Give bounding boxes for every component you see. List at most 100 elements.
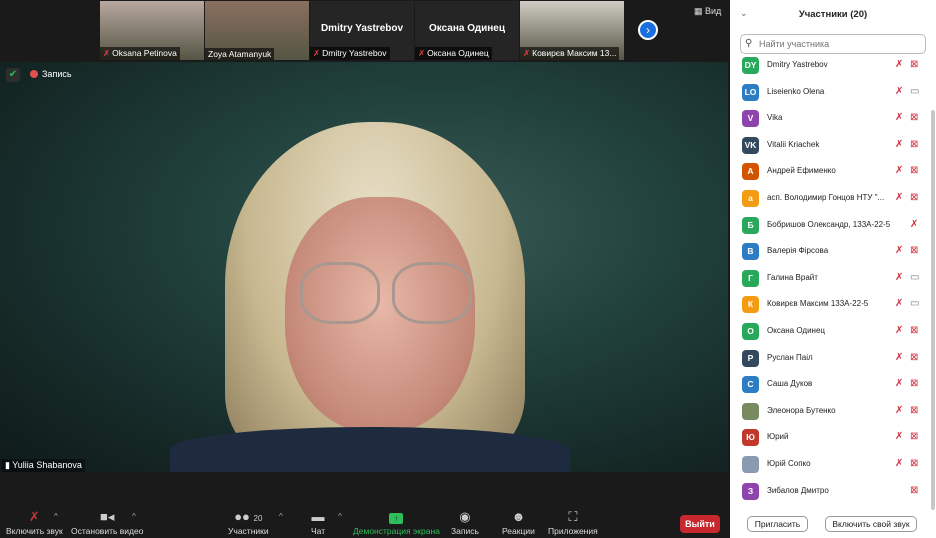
recording-indicator[interactable]: Запись [30, 69, 72, 79]
video-on-icon[interactable]: ▭ [910, 86, 919, 97]
mic-muted-icon: ✗ [313, 48, 321, 58]
record-dot-icon [30, 70, 38, 78]
participants-button[interactable]: ●● 20 Участники [228, 508, 269, 536]
participant-name: Vitalii Kriachek [767, 139, 820, 149]
participant-name: Валерія Фірсова [767, 246, 829, 256]
share-screen-button[interactable]: ↑ Демонстрация экрана [353, 508, 440, 536]
mic-muted-icon[interactable]: ✗ [895, 165, 903, 176]
participant-row[interactable]: О Оксана Одинец ✗ ⊠ [730, 319, 926, 345]
participants-icon: ●● 20 [234, 509, 263, 524]
avatar: a [742, 190, 759, 207]
mic-muted-icon[interactable]: ✗ [910, 219, 918, 230]
participant-row[interactable]: Элеонора Бутенко ✗ ⊠ [730, 399, 926, 425]
mic-muted-icon[interactable]: ✗ [895, 245, 903, 256]
unmute-self-button[interactable]: Включить свой звук [825, 516, 917, 532]
avatar: Б [742, 216, 759, 234]
participant-row[interactable]: a асп. Володимир Гонцов НТУ "... ✗ ⊠ [730, 186, 926, 212]
security-shield-icon[interactable]: ✔ [6, 68, 20, 82]
avatar: С [742, 376, 759, 394]
video-thumbnail[interactable]: ✗ Oksana Petinova [100, 1, 204, 60]
thumbnail-strip: ✗ Oksana Petinova Zoya Atamanyuk Dmitry Yas… [0, 0, 728, 62]
participant-name: Liseienko Olena [767, 86, 825, 96]
video-off-icon[interactable]: ⊠ [910, 112, 918, 123]
view-button[interactable]: ▦ Вид [694, 6, 721, 17]
video-thumbnail[interactable]: Zoya Atamanyuk [205, 1, 309, 60]
invite-button[interactable]: Пригласить [747, 516, 808, 532]
participant-row[interactable]: К Ковирєв Максим 133А-22-5 ✗ ▭ [730, 292, 926, 318]
video-on-icon[interactable]: ▭ [910, 298, 919, 309]
mic-muted-icon[interactable]: ✗ [895, 431, 903, 442]
participant-row[interactable]: Ю Юрий ✗ ⊠ [730, 425, 926, 451]
participant-row[interactable]: Б Бобришов Олександр, 133А-22-5 ✗ [730, 213, 926, 239]
participant-row[interactable]: Р Руслан Паіл ✗ ⊠ [730, 346, 926, 372]
mic-muted-icon[interactable]: ✗ [895, 139, 903, 150]
participant-row[interactable]: Г Галина Врайт ✗ ▭ [730, 266, 926, 292]
video-off-icon[interactable]: ⊠ [910, 378, 918, 389]
video-off-icon[interactable]: ⊠ [910, 192, 918, 203]
video-on-icon[interactable]: ▭ [910, 272, 919, 283]
mic-muted-icon: ✗ [103, 48, 111, 58]
mic-muted-icon[interactable]: ✗ [895, 192, 903, 203]
thumbnail-name: Zoya Atamanyuk [205, 48, 275, 60]
participant-name: Саша Дуков [767, 379, 813, 389]
leave-button[interactable]: Выйти [680, 515, 720, 533]
participant-row[interactable]: DY Dmitry Yastrebov ✗ ⊠ [730, 53, 926, 79]
video-off-icon[interactable]: ⊠ [910, 405, 918, 416]
next-page-button[interactable]: › [638, 20, 658, 40]
participant-name: Элеонора Бутенко [767, 405, 836, 415]
video-off-icon[interactable]: ⊠ [910, 352, 918, 363]
video-off-icon[interactable]: ⊠ [910, 325, 918, 336]
video-thumbnail[interactable]: ✗ Ковирєв Максим 13... [520, 1, 624, 60]
participant-row[interactable]: С Саша Дуков ✗ ⊠ [730, 372, 926, 398]
panel-title: Участники (20) [798, 9, 868, 20]
participant-name: Зибалов Дмитро [767, 485, 829, 495]
avatar: К [742, 296, 759, 314]
mic-muted-icon[interactable]: ✗ [895, 458, 903, 469]
participant-row[interactable]: VK Vitalii Kriachek ✗ ⊠ [730, 133, 926, 159]
audio-options-caret[interactable]: ^ [54, 512, 58, 521]
mic-muted-icon[interactable]: ✗ [895, 352, 903, 363]
participant-row[interactable]: Юрій Сопко ✗ ⊠ [730, 452, 926, 478]
participant-row[interactable]: В Валерія Фірсова ✗ ⊠ [730, 239, 926, 265]
video-off-icon[interactable]: ⊠ [910, 59, 918, 70]
avatar [742, 402, 759, 420]
video-off-icon[interactable]: ⊠ [910, 165, 918, 176]
apps-button[interactable]: ⛶ Приложения [548, 508, 598, 536]
video-options-caret[interactable]: ^ [132, 512, 136, 521]
participant-row[interactable]: З Зибалов Дмитро ⊠ [730, 479, 926, 505]
avatar: Ю [742, 429, 759, 447]
participant-name: Юрій Сопко [767, 459, 811, 468]
participants-caret[interactable]: ^ [279, 512, 283, 521]
video-off-icon[interactable]: ⊠ [910, 139, 918, 150]
avatar: О [742, 323, 759, 340]
mic-muted-icon[interactable]: ✗ [895, 272, 903, 283]
reactions-button[interactable]: ☻ Реакции [502, 508, 535, 536]
mic-muted-icon[interactable]: ✗ [895, 86, 903, 97]
video-off-icon[interactable]: ⊠ [910, 245, 918, 256]
mic-muted-icon[interactable]: ✗ [895, 325, 903, 336]
mic-muted-icon[interactable]: ✗ [895, 405, 903, 416]
participant-name: Оксана Одинец [767, 326, 825, 335]
chat-caret[interactable]: ^ [338, 512, 342, 521]
record-button[interactable]: ◉ Запись [451, 508, 479, 536]
video-thumbnail[interactable]: Оксана Одинец ✗ Оксана Одинец [415, 1, 519, 60]
participant-search-input[interactable] [740, 34, 926, 54]
video-off-icon[interactable]: ⊠ [910, 431, 918, 442]
mic-muted-icon[interactable]: ✗ [895, 298, 903, 309]
chat-button[interactable]: ▬ Чат [311, 508, 325, 536]
participant-row[interactable]: V Vika ✗ ⊠ [730, 106, 926, 132]
scrollbar[interactable] [931, 110, 935, 510]
mic-muted-icon[interactable]: ✗ [895, 59, 903, 70]
mic-muted-icon[interactable]: ✗ [895, 112, 903, 123]
video-thumbnail[interactable]: Dmitry Yastrebov ✗ Dmitry Yastrebov [310, 1, 414, 60]
video-off-icon[interactable]: ⊠ [910, 485, 918, 496]
participant-name: Юрий [767, 432, 789, 442]
participant-row[interactable]: A Андрей Ефименко ✗ ⊠ [730, 159, 926, 185]
apps-icon: ⛶ [568, 509, 578, 524]
video-off-icon[interactable]: ⊠ [910, 458, 918, 469]
mic-muted-icon[interactable]: ✗ [895, 378, 903, 389]
participant-row[interactable]: LO Liseienko Olena ✗ ▭ [730, 80, 926, 106]
meeting-toolbar: ✗ Включить звук ^ ■◂ Остановить видео ^ ●●… [0, 500, 728, 538]
video-body [170, 427, 570, 472]
meeting-stage: ✗ Oksana Petinova Zoya Atamanyuk Dmitry Yas… [0, 0, 728, 538]
